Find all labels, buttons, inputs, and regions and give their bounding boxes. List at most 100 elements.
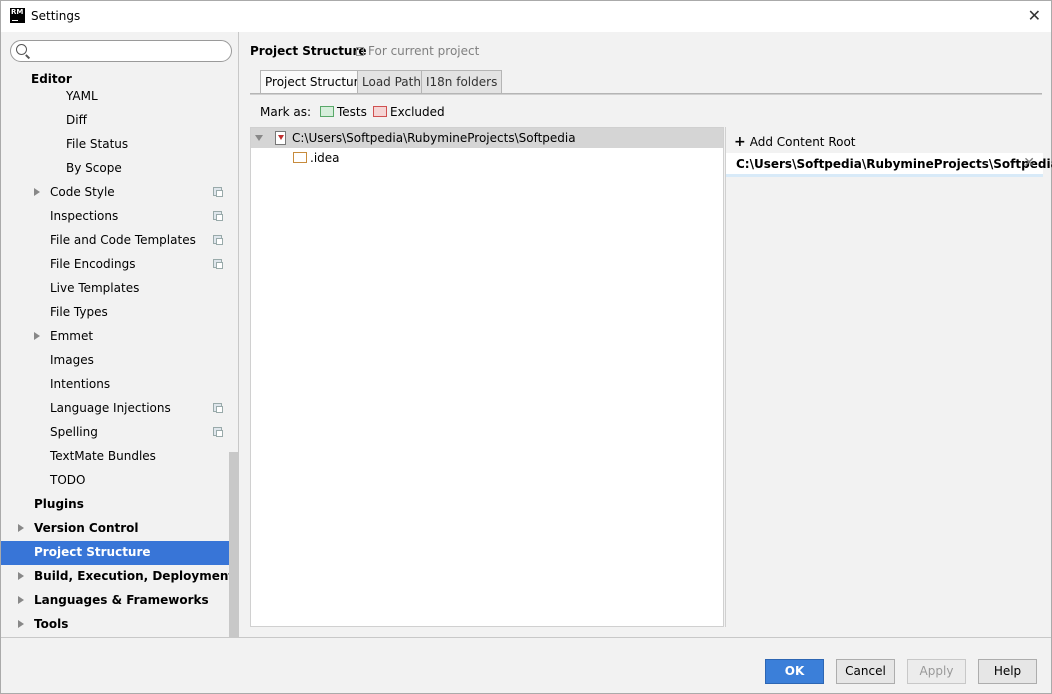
settings-sidebar: Editor YAML Diff File Status By Scope Code St… [1,32,239,637]
sidebar-item-code-style[interactable]: Code Style [50,180,115,204]
search-input[interactable] [10,40,232,62]
sidebar-item-by-scope[interactable]: By Scope [66,156,122,180]
folder-icon [293,152,307,163]
sidebar-item-tools[interactable]: Tools [34,612,68,636]
tree-item-label: Project Structure [34,545,151,559]
ok-button[interactable]: OK [765,659,824,684]
search-icon [16,44,27,55]
tests-folder-icon [320,106,334,117]
tab-load-path[interactable]: Load Path [357,70,426,94]
tree-item-label: Intentions [50,377,111,391]
mark-excluded-button[interactable]: Excluded [373,105,445,119]
tab-i18n-folders[interactable]: I18n folders [421,70,503,94]
sidebar-item-language-injections[interactable]: Language Injections [50,396,171,420]
tree-item-label: Diff [66,113,87,127]
sidebar-item-todo[interactable]: TODO [50,468,85,492]
tree-item-label: TODO [50,473,86,487]
project-scope-icon [213,235,223,245]
mark-tests-button[interactable]: Tests [320,105,367,119]
settings-window: RM Settings ✕ Editor YAML Diff File Status B… [0,0,1052,694]
page-subtitle: For current project [356,44,479,58]
tree-item-label: File and Code Templates [50,233,196,247]
plus-icon: + [734,134,746,150]
chevron-right-icon[interactable] [18,524,24,532]
cancel-button[interactable]: Cancel [836,659,895,684]
tree-child-row[interactable]: .idea [293,151,340,165]
remove-root-icon[interactable]: ✕ [1023,155,1035,171]
tab-project-structure[interactable]: Project Structure [260,70,371,94]
tree-item-label: Build, Execution, Deployment [34,569,235,583]
project-scope-icon [213,259,223,269]
sidebar-item-file-encodings[interactable]: File Encodings [50,252,135,276]
main-panel: Project Structure For current project Pr… [240,32,1052,637]
sidebar-item-images[interactable]: Images [50,348,94,372]
tree-item-label: Inspections [50,209,119,223]
chevron-right-icon[interactable] [34,188,40,196]
tree-item-label: YAML [66,89,98,103]
sidebar-item-spelling[interactable]: Spelling [50,420,98,444]
project-scope-icon [213,403,223,413]
module-icon [275,131,286,145]
tree-item-label: Version Control [34,521,139,535]
content-root-row[interactable]: C:\Users\Softpedia\RubymineProjects\Soft… [726,153,1052,177]
tree-item-label: File Types [50,305,108,319]
root-path: C:\Users\Softpedia\RubymineProjects\Soft… [292,131,576,145]
chevron-right-icon[interactable] [34,332,40,340]
sidebar-item-plugins[interactable]: Plugins [34,492,84,516]
sidebar-item-project-structure[interactable]: Project Structure [34,540,151,564]
sidebar-item-emmet[interactable]: Emmet [50,324,93,348]
tree-item-label: Images [50,353,94,367]
chevron-right-icon[interactable] [18,572,24,580]
sidebar-item-build-execution-deployment[interactable]: Build, Execution, Deployment [34,564,234,588]
sidebar-item-diff[interactable]: Diff [66,108,87,132]
sidebar-item-intentions[interactable]: Intentions [50,372,110,396]
sidebar-item-file-types[interactable]: File Types [50,300,108,324]
child-folder-name: .idea [310,151,340,165]
tab-divider [250,93,1042,95]
close-icon[interactable]: ✕ [1028,6,1041,25]
chevron-down-icon[interactable] [255,135,263,141]
sidebar-item-file-and-code-templates[interactable]: File and Code Templates [50,228,196,252]
help-button[interactable]: Help [978,659,1037,684]
dialog-button-bar: OK Cancel Apply Help [1,637,1051,693]
sidebar-item-languages-frameworks[interactable]: Languages & Frameworks [34,588,209,612]
content-root-path: C:\Users\Softpedia\RubymineProjects\Soft… [736,157,1052,171]
tree-item-label: Code Style [50,185,115,199]
tree-root-row[interactable]: C:\Users\Softpedia\RubymineProjects\Soft… [251,128,723,148]
tree-item-label: Live Templates [50,281,140,295]
project-scope-icon [213,211,223,221]
chevron-right-icon[interactable] [18,596,24,604]
folder-tree-pane: C:\Users\Softpedia\RubymineProjects\Soft… [250,127,724,627]
tree-item-label: Languages & Frameworks [34,593,209,607]
tree-item-label: File Status [66,137,129,151]
tree-item-label: Plugins [34,497,84,511]
subtitle-text: For current project [368,44,480,58]
tree-item-label: File Encodings [50,257,136,271]
sidebar-item-file-status[interactable]: File Status [66,132,128,156]
project-scope-icon [213,427,223,437]
chevron-right-icon[interactable] [18,620,24,628]
apply-button[interactable]: Apply [907,659,966,684]
tree-item-label: Language Injections [50,401,171,415]
excluded-folder-icon [373,106,387,117]
sidebar-scrollbar[interactable] [229,452,239,637]
mark-tests-label: Tests [337,105,367,119]
tree-item-label: Spelling [50,425,98,439]
sidebar-item-textmate-bundles[interactable]: TextMate Bundles [50,444,156,468]
tree-item-label: By Scope [66,161,122,175]
sidebar-item-inspections[interactable]: Inspections [50,204,118,228]
add-content-root-label: Add Content Root [749,135,856,149]
add-content-root-button[interactable]: + Add Content Root [734,134,856,150]
project-scope-icon [213,187,223,197]
tree-item-label: Tools [34,617,69,631]
window-title: Settings [31,9,81,23]
page-title: Project Structure [250,44,367,58]
rubymine-logo-icon: RM [10,8,25,23]
page-icon [356,47,364,56]
sidebar-item-version-control[interactable]: Version Control [34,516,139,540]
content-roots-pane: + Add Content Root C:\Users\Softpedia\Rub… [725,127,1052,627]
sidebar-item-live-templates[interactable]: Live Templates [50,276,139,300]
sidebar-item-yaml[interactable]: YAML [66,84,98,108]
title-bar: RM Settings ✕ [1,1,1051,32]
tree-item-label: Emmet [50,329,94,343]
